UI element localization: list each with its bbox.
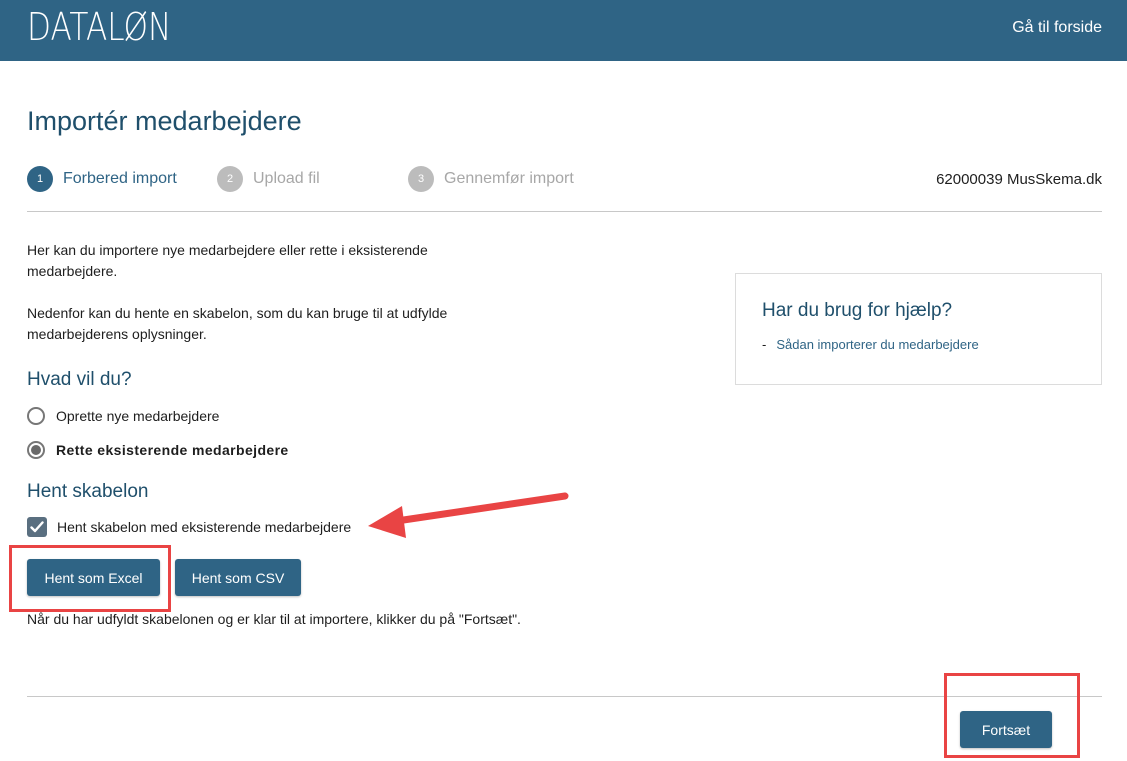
continue-button[interactable]: Fortsæt	[960, 711, 1052, 748]
intro-paragraph-2: Nedenfor kan du hente en skabelon, som d…	[27, 305, 448, 342]
step-number: 1	[27, 166, 53, 192]
help-link[interactable]: Sådan importerer du medarbejdere	[776, 337, 978, 352]
download-csv-button[interactable]: Hent som CSV	[175, 559, 301, 596]
radio-label: Rette eksisterende medarbejdere	[56, 442, 289, 458]
step-label: Gennemfør import	[444, 170, 574, 187]
step-number: 2	[217, 166, 243, 192]
step-run-import: 3 Gennemfør import	[408, 166, 574, 192]
radio-create-new[interactable]: Oprette nye medarbejdere	[27, 407, 219, 425]
checkbox-label: Hent skabelon med eksisterende medarbejd…	[57, 519, 352, 535]
template-title: Hent skabelon	[27, 481, 149, 502]
continue-hint: Når du har udfyldt skabelonen og er klar…	[27, 611, 521, 627]
help-title: Har du brug for hjælp?	[762, 300, 953, 321]
action-title: Hvad vil du?	[27, 369, 132, 390]
divider-top	[27, 211, 1102, 212]
radio-label: Oprette nye medarbejdere	[56, 408, 220, 424]
intro-paragraph-1: Her kan du importere nye medarbejdere el…	[27, 242, 428, 279]
top-bar: DATALØN Gå til forside	[0, 0, 1127, 61]
help-box: Har du brug for hjælp? - Sådan importerer…	[735, 273, 1102, 385]
radio-unselected-icon[interactable]	[27, 407, 45, 425]
download-excel-button[interactable]: Hent som Excel	[27, 559, 160, 596]
radio-selected-icon[interactable]	[27, 441, 45, 459]
list-bullet: -	[762, 337, 767, 352]
include-existing-checkbox-row[interactable]: Hent skabelon med eksisterende medarbejd…	[27, 517, 351, 537]
step-number: 3	[408, 166, 434, 192]
datalon-logo[interactable]: DATALØN	[27, 5, 171, 49]
radio-edit-existing[interactable]: Rette eksisterende medarbejdere	[27, 441, 289, 459]
page-title: Importér medarbejdere	[27, 106, 302, 136]
step-upload-file: 2 Upload fil	[217, 166, 320, 192]
step-label: Forbered import	[63, 170, 177, 187]
step-prepare-import: 1 Forbered import	[27, 166, 177, 192]
divider-bottom	[27, 696, 1102, 697]
annotation-arrow-icon	[368, 492, 569, 538]
home-link[interactable]: Gå til forside	[1012, 19, 1102, 37]
checkbox-checked-icon[interactable]	[27, 517, 47, 537]
help-list-item: - Sådan importerer du medarbejdere	[762, 337, 979, 352]
company-label: 62000039 MusSkema.dk	[936, 171, 1102, 188]
step-label: Upload fil	[253, 170, 320, 187]
